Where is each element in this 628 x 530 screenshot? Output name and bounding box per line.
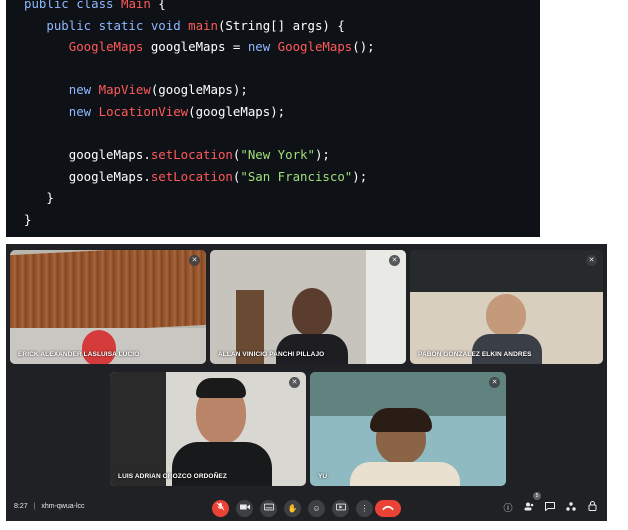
participant-body <box>472 334 542 364</box>
mic-off-icon[interactable] <box>212 500 229 517</box>
captions-icon[interactable] <box>260 500 277 517</box>
code-token: public class <box>24 0 121 11</box>
participant-tile[interactable]: ✕ ALLAN VINICIO PANCHI PILLAJO <box>210 250 406 364</box>
participant-video <box>82 330 116 364</box>
code-token: Main <box>120 0 151 11</box>
participant-hair <box>196 378 246 398</box>
mic-muted-icon: ✕ <box>586 255 597 266</box>
meeting-code: xhm-qwua-lcc <box>41 503 85 510</box>
code-token: new <box>68 82 99 98</box>
participant-name: YU <box>318 473 328 480</box>
code-token: (googleMaps); <box>150 82 248 98</box>
raise-hand-icon[interactable]: ✋ <box>284 500 301 517</box>
meeting-controls-bar: 8:27 | xhm-qwua-lcc ✋ ☺ ⋮ ⓘ 5 <box>6 492 607 521</box>
code-token: googleMaps. <box>24 147 151 163</box>
end-call-icon[interactable] <box>375 500 401 517</box>
people-icon[interactable] <box>522 501 536 515</box>
code-line: public static void main(String[] args) { <box>24 15 375 37</box>
code-token: GoogleMaps <box>68 39 144 55</box>
code-token: MapView <box>98 82 151 98</box>
participant-name: LUIS ADRIAN OROZCO ORDOÑEZ <box>118 473 227 480</box>
participant-body <box>276 334 348 364</box>
code-line: public class Main { <box>24 0 375 15</box>
participant-name: ERICK ALEXANDER LASLUISA LUCIO <box>18 351 140 358</box>
dark-background <box>110 372 166 486</box>
code-token: GoogleMaps <box>277 39 353 55</box>
code-token: googleMaps = <box>143 39 248 55</box>
participant-hair <box>370 408 432 432</box>
code-token: googleMaps. <box>24 168 151 184</box>
participant-video <box>292 288 332 336</box>
host-controls-icon[interactable] <box>585 501 599 515</box>
code-token: main <box>188 17 218 33</box>
code-line: googleMaps.setLocation("New York"); <box>24 144 375 166</box>
code-token: new <box>247 39 278 55</box>
info-icon[interactable]: ⓘ <box>501 501 515 515</box>
window-background <box>366 250 406 364</box>
code-token: new <box>68 103 99 119</box>
emoji-icon[interactable]: ☺ <box>308 500 325 517</box>
mic-muted-icon: ✕ <box>289 377 300 388</box>
code-token: (googleMaps); <box>188 103 286 119</box>
meeting-time: 8:27 <box>14 503 28 510</box>
participant-tile[interactable]: ✕ ERICK ALEXANDER LASLUISA LUCIO <box>10 250 206 364</box>
code-token: setLocation <box>150 168 233 184</box>
mic-muted-icon: ✕ <box>389 255 400 266</box>
meeting-info: 8:27 | xhm-qwua-lcc <box>14 503 85 510</box>
activities-icon[interactable] <box>564 501 578 515</box>
code-line: googleMaps.setLocation("San Francisco"); <box>24 166 375 188</box>
code-token: LocationView <box>98 103 189 119</box>
code-line: GoogleMaps googleMaps = new GoogleMaps()… <box>24 36 375 58</box>
code-token: } <box>24 190 54 206</box>
camera-icon[interactable] <box>236 500 253 517</box>
code-token: setLocation <box>150 147 233 163</box>
code-line: new MapView(googleMaps); <box>24 79 375 101</box>
video-call-window: ✕ ERICK ALEXANDER LASLUISA LUCIO ✕ ALLAN… <box>6 244 607 521</box>
mic-muted-icon: ✕ <box>489 377 500 388</box>
code-token: "San Francisco" <box>240 168 353 184</box>
code-token: ); <box>352 168 368 184</box>
code-line: } <box>24 209 375 231</box>
participant-body <box>350 462 460 486</box>
participant-name: ALLAN VINICIO PANCHI PILLAJO <box>218 351 325 358</box>
present-icon[interactable] <box>332 500 349 517</box>
separator: | <box>33 503 36 510</box>
code-token: (String[] args) { <box>217 17 345 33</box>
participants-count-badge: 5 <box>533 492 541 500</box>
code-viewer: public class Main { public static void m… <box>6 0 540 237</box>
code-block: public class Main { public static void m… <box>24 0 375 231</box>
participant-tile[interactable]: ✕ YU <box>310 372 506 486</box>
code-token: ); <box>314 147 330 163</box>
more-vert-icon[interactable]: ⋮ <box>356 500 373 517</box>
code-token: "New York" <box>240 147 315 163</box>
code-line: } <box>24 187 375 209</box>
code-token: (); <box>352 39 375 55</box>
code-token: { <box>150 0 166 11</box>
mic-muted-icon: ✕ <box>189 255 200 266</box>
code-line: new LocationView(googleMaps); <box>24 101 375 123</box>
code-token: public static void <box>24 17 189 33</box>
participant-name: PABON GONZALEZ ELKIN ANDRES <box>418 351 532 358</box>
chat-icon[interactable] <box>543 501 557 515</box>
participant-tile[interactable]: ✕ LUIS ADRIAN OROZCO ORDOÑEZ <box>110 372 306 486</box>
participant-tile[interactable]: ✕ PABON GONZALEZ ELKIN ANDRES <box>410 250 603 364</box>
code-token: } <box>24 211 32 227</box>
ceiling-background <box>10 250 206 336</box>
participant-video <box>486 294 526 336</box>
